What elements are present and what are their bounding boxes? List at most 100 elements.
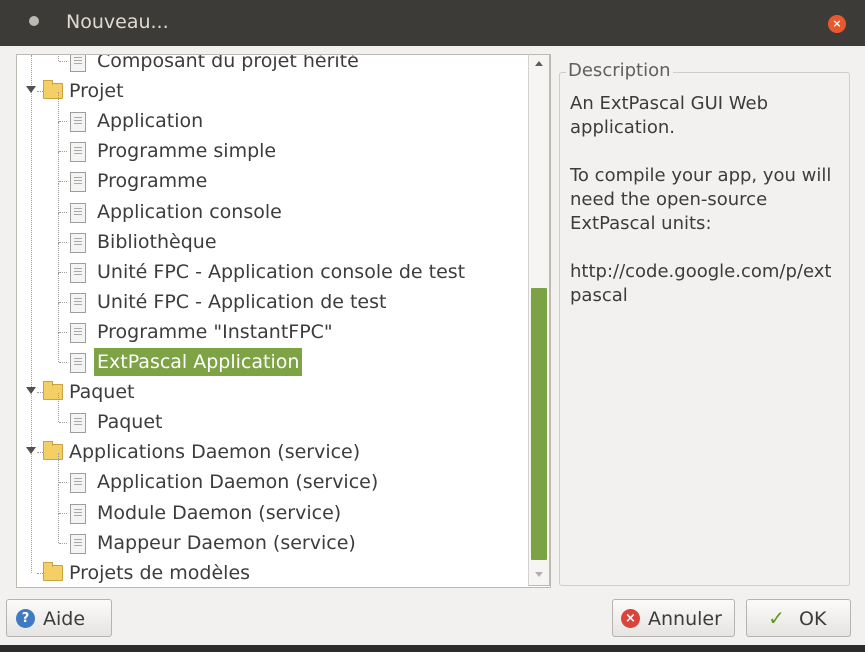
tree-connector	[58, 242, 59, 273]
template-tree[interactable]: Composant du projet hérité Projet Applicat…	[16, 54, 551, 588]
description-legend: Description	[566, 60, 673, 82]
tree-connector	[58, 212, 59, 243]
scrollbar-thumb[interactable]	[531, 288, 547, 560]
file-icon	[70, 112, 86, 133]
tree-connector	[58, 453, 59, 484]
tree-item-row[interactable]: Programme "InstantFPC"	[17, 302, 537, 346]
tree-item-row[interactable]: Application console	[17, 182, 537, 226]
tree-item-label: Paquet	[97, 411, 163, 434]
file-icon	[70, 142, 86, 163]
tree-connector	[59, 181, 67, 183]
title-bar: Nouveau... ×	[0, 0, 865, 46]
tree-item-row[interactable]: Mappeur Daemon (service)	[17, 513, 537, 557]
expander-icon[interactable]	[26, 387, 36, 395]
tree-connector	[58, 55, 59, 61]
tree-folder-row[interactable]: Applications Daemon (service)	[17, 438, 537, 466]
description-paragraph: An ExtPascal GUI Web application.	[570, 93, 769, 138]
tree-connector	[58, 182, 59, 213]
tree-folder-row[interactable]: Projets de modèles	[17, 559, 537, 587]
tree-connector	[59, 61, 67, 62]
file-icon	[70, 55, 86, 72]
tree-connector	[58, 333, 59, 362]
tree-connector	[58, 513, 59, 543]
tree-item-label: Unité FPC - Application de test	[97, 290, 387, 313]
folder-icon	[43, 80, 63, 100]
tree-item-row[interactable]: Application Daemon (service)	[17, 453, 537, 496]
file-icon	[70, 232, 86, 253]
tree-connector	[58, 152, 59, 183]
tree-item-row[interactable]: Composant du projet hérité	[17, 54, 537, 75]
cancel-button-label: Annuler	[648, 608, 722, 630]
tree-folder-label: Applications Daemon (service)	[69, 441, 361, 464]
tree-item-label: Application Daemon (service)	[97, 471, 379, 494]
tree-connector	[58, 393, 59, 423]
tree-folder-row[interactable]: Paquet	[17, 378, 537, 406]
help-icon: ?	[16, 609, 35, 628]
window-menu-icon[interactable]	[29, 16, 39, 26]
file-icon	[70, 202, 86, 223]
tree-connector	[59, 211, 67, 213]
tree-connector	[58, 302, 59, 333]
tree-folder-label: Projet	[69, 80, 124, 103]
help-button-label: Aide	[43, 608, 86, 630]
tree-item-row[interactable]: ExtPascal Application	[17, 333, 537, 376]
file-icon	[70, 322, 86, 343]
tree-connector	[59, 422, 67, 424]
tree-item-row[interactable]: Unité FPC - Application de test	[17, 272, 537, 316]
tree-connector	[59, 241, 67, 243]
ok-button[interactable]: ✓ OK	[746, 599, 851, 637]
file-icon	[70, 473, 86, 494]
tree-connector	[59, 482, 67, 484]
tree-item-label: Module Daemon (service)	[97, 501, 342, 524]
file-icon	[70, 292, 86, 313]
file-icon	[70, 413, 86, 434]
window-title: Nouveau...	[66, 11, 169, 33]
description-text: An ExtPascal GUI Web application. To com…	[570, 92, 840, 332]
file-icon	[70, 172, 86, 193]
tree-folder-label: Paquet	[69, 381, 135, 404]
selected-tree-item-label: ExtPascal Application	[94, 348, 303, 376]
tree-connector	[58, 483, 59, 514]
close-button[interactable]: ×	[828, 15, 846, 33]
help-button[interactable]: ? Aide	[6, 599, 112, 637]
tree-item-label: Programme	[97, 170, 208, 193]
expander-icon[interactable]	[26, 447, 36, 455]
ok-button-label: OK	[799, 608, 827, 630]
tree-item-row[interactable]: Bibliothèque	[17, 212, 537, 256]
tree-item-label: Application	[97, 110, 204, 133]
tree-connector	[59, 301, 67, 303]
tree-item-row[interactable]: Application	[17, 92, 537, 135]
file-icon	[70, 353, 86, 373]
tree-connector	[59, 542, 67, 544]
tree-folder-label: Projets de modèles	[69, 561, 251, 584]
scroll-up-arrow-icon[interactable]	[535, 61, 543, 66]
cancel-button[interactable]: × Annuler	[612, 599, 735, 637]
tree-connector	[59, 331, 67, 333]
file-icon	[70, 533, 86, 554]
tree-item-label: Mappeur Daemon (service)	[97, 531, 356, 554]
window-bottom-edge	[0, 645, 865, 652]
tree-item-label: Composant du projet hérité	[97, 54, 359, 72]
tree-item-row[interactable]: Paquet	[17, 393, 537, 436]
file-icon	[70, 503, 86, 524]
tree-item-row[interactable]: Unité FPC - Application console de test	[17, 242, 537, 286]
tree-item-row[interactable]: Programme simple	[17, 122, 537, 165]
tree-item-row[interactable]: Module Daemon (service)	[17, 483, 537, 527]
tree-connector	[59, 151, 67, 153]
tree-connector	[58, 122, 59, 153]
file-icon	[70, 262, 86, 283]
folder-icon	[43, 561, 63, 581]
tree-scrollbar[interactable]	[528, 54, 550, 586]
tree-connector	[59, 271, 67, 273]
cancel-icon: ×	[621, 609, 640, 628]
tree-item-label: Bibliothèque	[97, 230, 217, 253]
tree-folder-row[interactable]: Projet	[17, 77, 537, 105]
tree-item-label: Application console	[97, 200, 282, 223]
tree-item-label: Unité FPC - Application console de test	[97, 260, 466, 283]
folder-icon	[43, 441, 63, 461]
scroll-down-arrow-icon[interactable]	[535, 572, 543, 577]
description-paragraph: To compile your app, you will need the o…	[570, 165, 832, 234]
tree-item-row[interactable]: Programme	[17, 152, 537, 195]
folder-icon	[43, 381, 63, 401]
expander-icon[interactable]	[26, 86, 36, 94]
